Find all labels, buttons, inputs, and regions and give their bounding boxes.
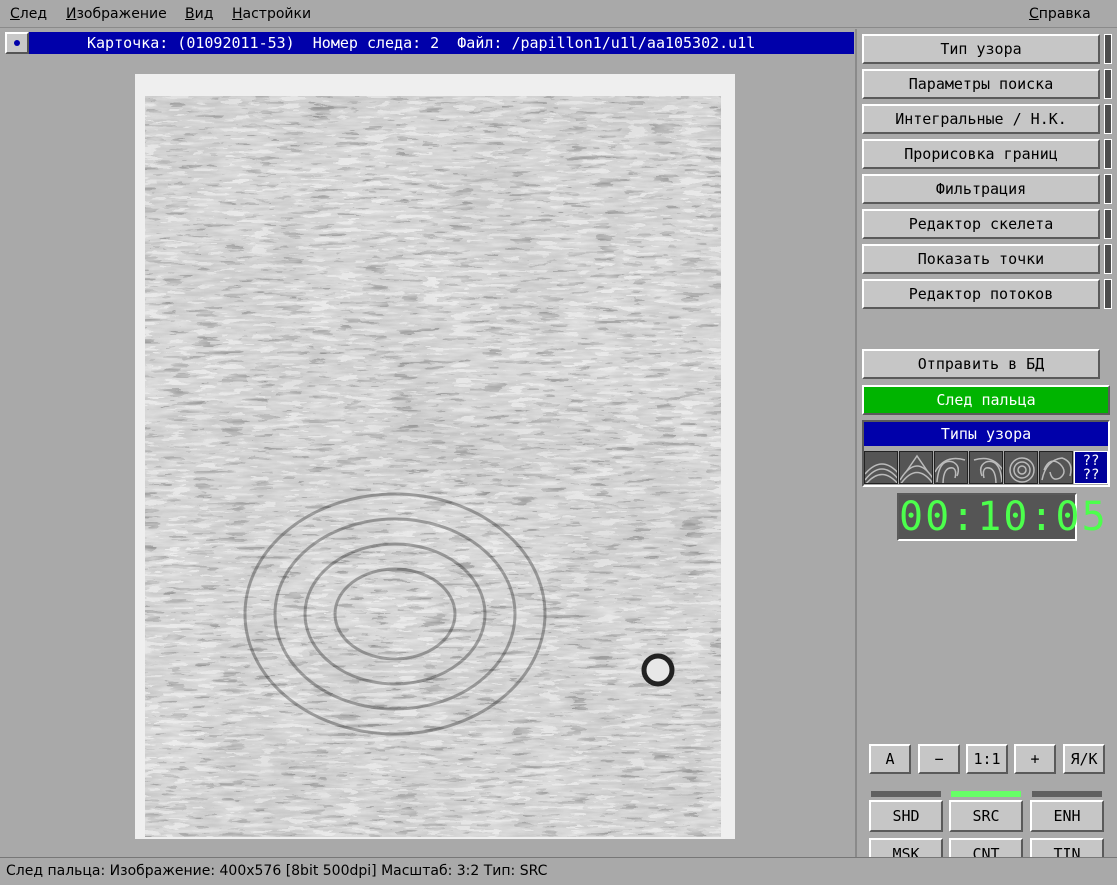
left-loop-icon[interactable] [934, 451, 968, 484]
search-params-button[interactable]: Параметры поиска [862, 69, 1112, 99]
pattern-type-label: Тип узора [940, 40, 1022, 58]
right-loop-icon[interactable] [969, 451, 1003, 484]
unknown-pattern-label: ?? ?? [1082, 453, 1100, 483]
send-to-db-label: Отправить в БД [917, 355, 1045, 373]
menu-view[interactable]: Вид [185, 6, 213, 22]
show-points-label: Показать точки [917, 250, 1045, 268]
fingerprint-texture [135, 74, 735, 839]
src-indicator [951, 791, 1021, 797]
tented-arch-icon[interactable] [899, 451, 933, 484]
filtering-button[interactable]: Фильтрация [862, 174, 1112, 204]
enh-button[interactable]: ENH [1030, 800, 1104, 832]
tools-panel: Тип узора Параметры поиска Интегральные … [859, 29, 1117, 870]
menu-bar: След Изображение Вид Настройки Справка [0, 0, 1117, 28]
keyboard-layout-button[interactable]: Я/К [1063, 744, 1105, 774]
arch-pattern-icon[interactable] [864, 451, 898, 484]
shd-indicator [871, 791, 941, 797]
pattern-type-button[interactable]: Тип узора [862, 34, 1112, 64]
image-titlebar: Карточка: (01092011-53) Номер следа: 2 Ф… [5, 32, 854, 54]
integral-label: Интегральные / Н.К. [895, 110, 1067, 128]
src-button[interactable]: SRC [949, 800, 1023, 832]
integral-button[interactable]: Интегральные / Н.К. [862, 104, 1112, 134]
image-title: Карточка: (01092011-53) Номер следа: 2 Ф… [87, 34, 756, 52]
skeleton-editor-button[interactable]: Редактор скелета [862, 209, 1112, 239]
zoom-in-button[interactable]: + [1014, 744, 1056, 774]
auto-zoom-button[interactable]: A [869, 744, 911, 774]
image-view-panel: Карточка: (01092011-53) Номер следа: 2 Ф… [0, 29, 857, 857]
draw-borders-label: Прорисовка границ [904, 145, 1058, 163]
show-points-button[interactable]: Показать точки [862, 244, 1112, 274]
enh-indicator [1032, 791, 1102, 797]
draw-borders-button[interactable]: Прорисовка границ [862, 139, 1112, 169]
unknown-pattern-button[interactable]: ?? ?? [1074, 451, 1108, 484]
whorl-pattern-icon[interactable] [1004, 451, 1038, 484]
shd-button[interactable]: SHD [869, 800, 943, 832]
pattern-types-title: Типы узора [864, 422, 1108, 446]
zoom-1-1-button[interactable]: 1:1 [966, 744, 1008, 774]
flow-editor-button[interactable]: Редактор потоков [862, 279, 1112, 309]
zoom-out-button[interactable]: − [918, 744, 960, 774]
menu-sled[interactable]: След [10, 6, 47, 22]
mixed-pattern-icon[interactable] [1039, 451, 1073, 484]
pattern-types-panel: Типы узора ?? ?? [862, 420, 1110, 487]
flow-editor-label: Редактор потоков [908, 285, 1054, 303]
skeleton-editor-label: Редактор скелета [908, 215, 1054, 233]
fingerprint-image[interactable] [135, 74, 735, 839]
finger-trace-indicator[interactable]: След пальца [862, 385, 1110, 415]
send-to-db-button[interactable]: Отправить в БД [862, 349, 1100, 379]
menu-image[interactable]: Изображение [66, 6, 167, 22]
menu-settings[interactable]: Настройки [232, 6, 311, 22]
menu-help[interactable]: Справка [1029, 6, 1091, 22]
status-bar: След пальца: Изображение: 400x576 [8bit … [0, 857, 1117, 885]
search-params-label: Параметры поиска [908, 75, 1054, 93]
timer-display: 00:10:05 [897, 493, 1108, 541]
window-menu-icon[interactable] [5, 32, 29, 54]
filtering-label: Фильтрация [935, 180, 1027, 198]
